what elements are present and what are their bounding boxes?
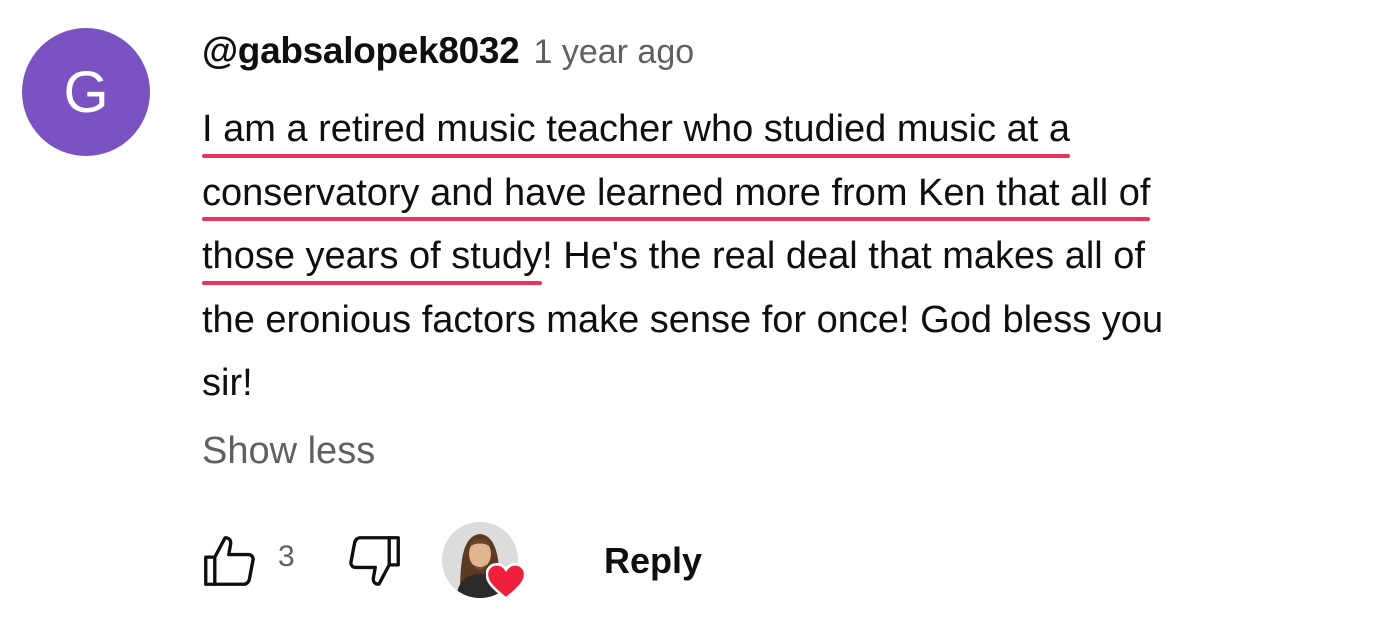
thumbs-down-icon <box>349 536 400 586</box>
comment-line: I am a retired music teacher who studied… <box>202 98 1352 162</box>
comment-line: conservatory and have learned more from … <box>202 162 1352 226</box>
comment-text: I am a retired music teacher who studied… <box>202 98 1352 416</box>
show-less-link[interactable]: Show less <box>202 430 375 473</box>
highlighted-text: conservatory and have learned more from … <box>202 162 1151 226</box>
like-button[interactable] <box>196 528 262 594</box>
reply-button[interactable]: Reply <box>604 540 702 582</box>
comment-line: the eronious factors make sense for once… <box>202 289 1352 353</box>
comment-thread: G @gabsalopek8032 1 year ago I am a reti… <box>0 0 1375 621</box>
creator-heart[interactable] <box>442 522 526 602</box>
highlighted-text: those years of study <box>202 225 543 289</box>
avatar-letter: G <box>63 59 109 125</box>
plain-text: sir! <box>202 362 253 404</box>
author-avatar[interactable]: G <box>22 28 150 156</box>
comment-actions: 3 Reply <box>196 520 896 600</box>
comment-line: those years of study! He's the real deal… <box>202 225 1352 289</box>
comment-header: @gabsalopek8032 1 year ago <box>202 30 694 72</box>
highlighted-text: I am a retired music teacher who studied… <box>202 98 1071 162</box>
plain-text: the eronious factors make sense for once… <box>202 298 1164 341</box>
dislike-button[interactable] <box>342 528 408 594</box>
like-count: 3 <box>278 540 295 573</box>
author-name[interactable]: @gabsalopek8032 <box>202 30 520 72</box>
comment-line: sir! <box>202 352 1352 416</box>
thumbs-up-icon <box>204 536 255 586</box>
heart-icon <box>486 562 526 600</box>
plain-text: ! He's the real deal that makes all of <box>542 235 1145 277</box>
comment-timestamp[interactable]: 1 year ago <box>533 33 694 72</box>
